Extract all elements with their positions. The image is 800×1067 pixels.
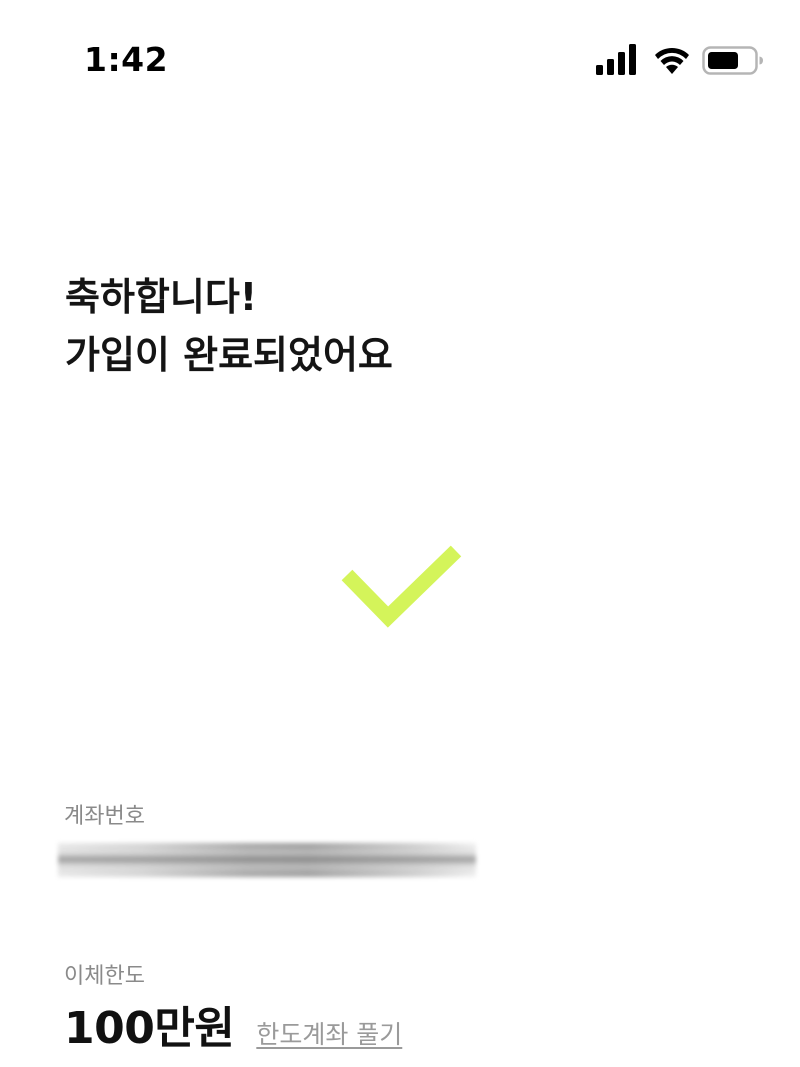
headline-line-2: 가입이 완료되었어요 [65, 333, 393, 377]
transfer-limit-label: 이체한도 [64, 964, 145, 989]
signal-icon [596, 44, 636, 75]
headline-line-1: 축하합니다! [65, 275, 258, 319]
page-title: 축하합니다! 가입이 완료되었어요 [65, 268, 393, 384]
account-number-label: 계좌번호 [64, 804, 145, 829]
success-checkmark [330, 530, 475, 645]
checkmark-icon [341, 545, 462, 628]
battery-icon [702, 46, 763, 75]
transfer-limit-row: 100만원 한도계좌 풀기 [64, 992, 402, 1054]
status-icons [596, 44, 764, 84]
transfer-limit-value: 100만원 [64, 1003, 235, 1054]
wifi-icon [655, 47, 689, 74]
status-bar: 1:42 [0, 0, 800, 110]
unlock-limit-link[interactable]: 한도계좌 풀기 [256, 1015, 402, 1051]
status-time: 1:42 [84, 40, 169, 79]
account-number-masked [58, 843, 476, 877]
